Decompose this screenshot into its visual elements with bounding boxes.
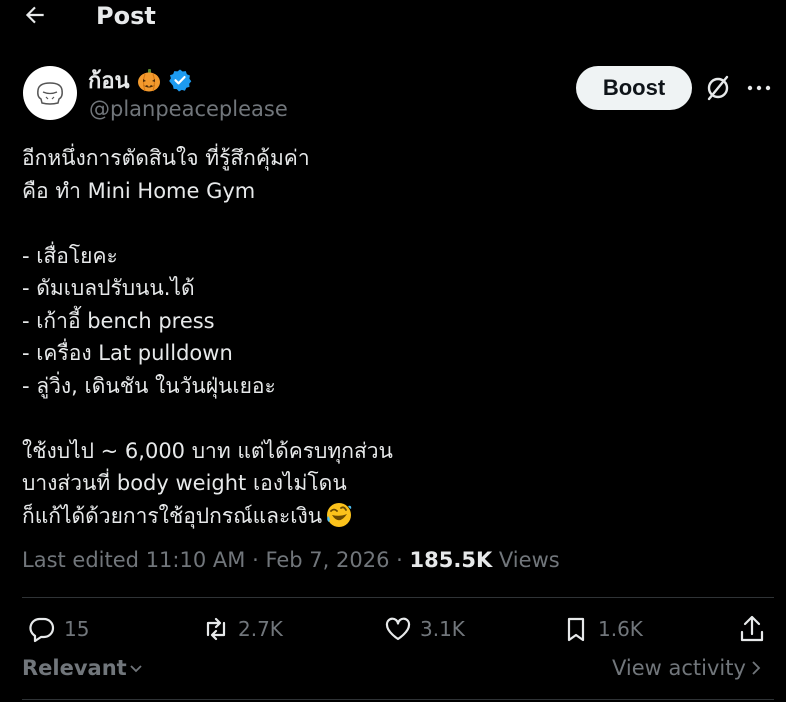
view-activity-link[interactable]: View activity: [612, 656, 762, 680]
avatar[interactable]: [23, 66, 77, 120]
author-name-row: ก้อน: [88, 65, 192, 95]
verified-badge-icon[interactable]: [168, 68, 192, 92]
post-date[interactable]: Feb 7, 2026: [265, 548, 389, 572]
bookmark-icon: [567, 617, 585, 642]
post-last-line: ก็แก้ได้ด้วยการใช้อุปกรณ์และเงิน: [22, 500, 762, 533]
meta-separator: ·: [396, 548, 403, 572]
top-bar: Post: [0, 0, 786, 36]
more-horizontal-icon[interactable]: [746, 76, 772, 100]
repost-icon: [206, 617, 226, 641]
pumpkin-icon: [136, 67, 162, 93]
post-line: คือ ทำ Mini Home Gym: [22, 178, 256, 203]
divider: [22, 699, 774, 700]
share-icon[interactable]: [738, 614, 766, 644]
grok-icon[interactable]: [704, 74, 732, 102]
views-label: Views: [498, 548, 560, 572]
post-line: อีกหนึ่งการตัดสินใจ ที่รู้สึกคุ้มค่า: [22, 146, 310, 170]
bookmark-count: 1.6K: [598, 617, 643, 641]
post-line: บางส่วนที่ body weight เองไม่โดน: [22, 471, 347, 495]
chevron-down-icon: [130, 665, 142, 673]
repost-count: 2.7K: [238, 617, 283, 641]
post-line-text: ก็แก้ได้ด้วยการใช้อุปกรณ์และเงิน: [22, 503, 323, 528]
edited-label[interactable]: Last edited: [22, 548, 139, 572]
post-meta: Last edited 11:10 AM · Feb 7, 2026 · 185…: [22, 544, 560, 576]
post-time[interactable]: 11:10 AM: [146, 548, 246, 572]
like-button[interactable]: 3.1K: [384, 612, 465, 646]
views-count: 185.5K: [409, 548, 493, 572]
post-line: - ลู่วิ่ง, เดินชัน ในวันฝุ่นเยอะ: [22, 373, 276, 398]
post-line: ใช้งบไป ~ 6,000 บาท แต่ได้ครบทุกส่วน: [22, 438, 393, 463]
post-line: - เก้าอี้ bench press: [22, 308, 215, 333]
reply-icon: [29, 617, 55, 643]
post-line: - ดัมเบลปรับนน.ได้: [22, 276, 195, 300]
meta-separator: ·: [252, 548, 259, 572]
boost-button[interactable]: Boost: [576, 66, 692, 110]
divider: [22, 597, 774, 598]
reply-button[interactable]: 15: [28, 612, 89, 646]
chevron-right-icon: [752, 661, 761, 675]
post-line: - เครื่อง Lat pulldown: [22, 341, 233, 365]
post-line: - เสื่อโยคะ: [22, 243, 118, 268]
author-display-name[interactable]: ก้อน: [88, 63, 130, 98]
sort-replies-dropdown[interactable]: Relevant: [22, 656, 143, 680]
rolling-on-floor-laughing-icon: [326, 502, 352, 528]
repost-button[interactable]: 2.7K: [202, 612, 283, 646]
reply-count: 15: [64, 617, 90, 641]
bookmark-button[interactable]: 1.6K: [562, 612, 643, 646]
sort-label: Relevant: [22, 656, 127, 680]
page-title: Post: [96, 2, 156, 30]
view-activity-label: View activity: [612, 656, 746, 680]
post-text: อีกหนึ่งการตัดสินใจ ที่รู้สึกคุ้มค่า คือ…: [22, 142, 762, 532]
like-count: 3.1K: [420, 617, 465, 641]
author-handle[interactable]: @planpeaceplease: [89, 97, 288, 121]
back-arrow-icon[interactable]: [22, 2, 48, 28]
heart-icon: [385, 617, 411, 641]
